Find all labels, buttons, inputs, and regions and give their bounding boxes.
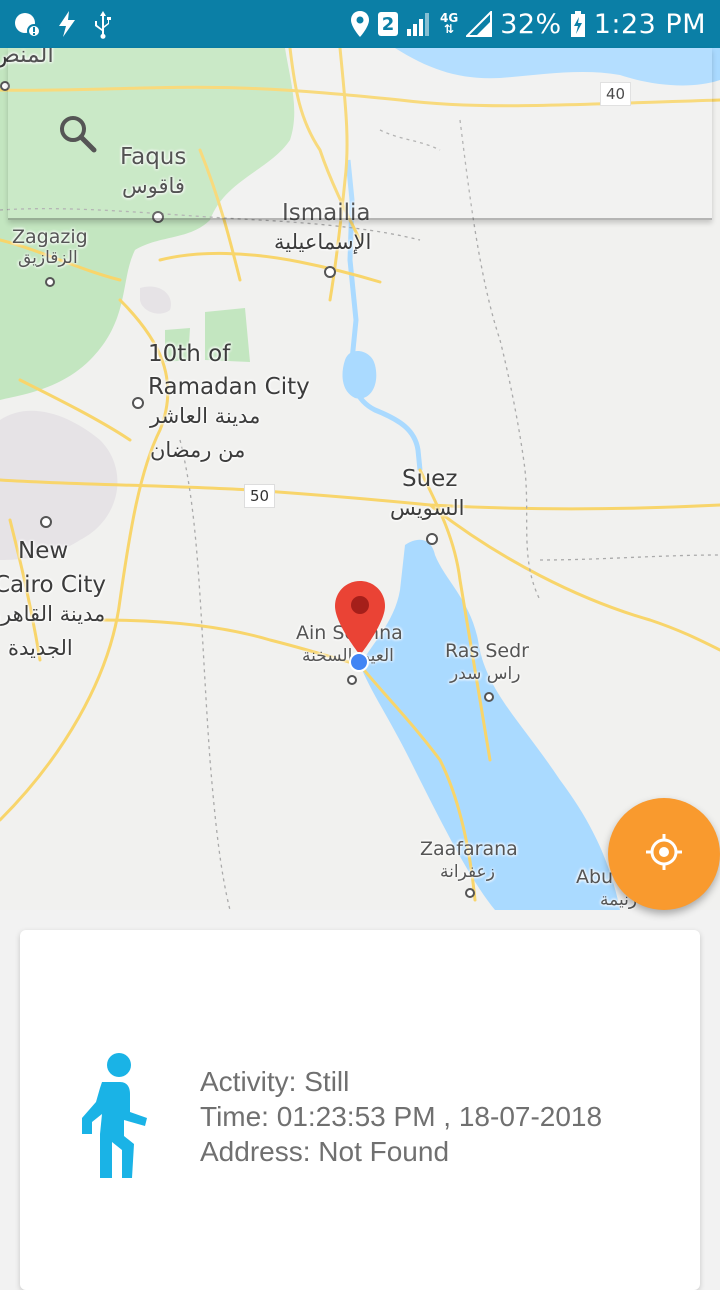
map-label-ramadan-2: Ramadan City (148, 374, 310, 400)
status-bar: 2 4G ⇅ 32% 1:23 PM (0, 0, 720, 48)
map-label-zaafarana-ar: زعفرانة (440, 862, 495, 882)
activity-info: Activity: Still Time: 01:23:53 PM , 18-0… (200, 1064, 602, 1169)
map-label-suez-ar: السويس (390, 496, 465, 520)
search-area[interactable] (8, 48, 712, 220)
my-location-button[interactable] (608, 798, 720, 910)
map-label-newcairo-1: New (18, 538, 69, 564)
map-label-ramadan-ar-2: من رمضان (150, 438, 246, 462)
location-warning-icon (12, 9, 42, 39)
map-label-ramadan-1: 10th of (148, 341, 231, 367)
urban-area-2 (140, 286, 171, 314)
usb-icon (92, 9, 114, 39)
battery-charging-icon (570, 9, 586, 39)
city-dot-newcairo (40, 516, 52, 528)
search-icon[interactable] (58, 114, 98, 159)
map-label-rassedr-ar: راس سدر (450, 664, 521, 684)
map-label-ismailia-ar: الإسماعيلية (274, 230, 372, 254)
city-dot-zaafarana (465, 888, 475, 898)
map-label-ramadan-ar-1: مدينة العاشر (150, 404, 261, 428)
map-label-abu: Abu (576, 866, 614, 888)
walking-person-icon (72, 1052, 152, 1187)
my-location-icon (644, 832, 684, 877)
map-label-suez: Suez (402, 466, 458, 492)
sim-2-icon: 2 (377, 12, 398, 36)
map-label-newcairo-ar-2: الجديدة (8, 636, 73, 660)
signal-icon (406, 9, 432, 39)
address-text: Address: Not Found (200, 1136, 450, 1167)
flash-icon (56, 9, 78, 39)
map-label-zagazig-ar: الزقازيق (18, 248, 78, 268)
road-shield-50: 50 (244, 484, 276, 508)
road (158, 251, 382, 284)
boundary (179, 439, 231, 910)
city-dot-zagazig (45, 277, 55, 287)
location-marker-icon[interactable] (333, 579, 387, 662)
boundary (539, 554, 720, 561)
current-location-dot (349, 652, 369, 672)
clock: 1:23 PM (593, 8, 706, 40)
signal-2-icon (466, 9, 493, 39)
activity-card: Activity: Still Time: 01:23:53 PM , 18-0… (20, 930, 700, 1290)
map-label-rassedr: Ras Sedr (445, 640, 529, 662)
bitter-lake (342, 350, 377, 399)
map-label-newcairo-ar-1: مدينة القاهرة (0, 602, 106, 626)
battery-percent: 32% (500, 8, 562, 40)
city-dot-rassedr (484, 692, 494, 702)
city-dot-ainsokhna (347, 675, 357, 685)
map-label-newcairo-2: Cairo City (0, 572, 106, 598)
time-text: Time: 01:23:53 PM , 18-07-2018 (200, 1101, 603, 1132)
map-label-zaafarana: Zaafarana (420, 838, 518, 860)
activity-text: Activity: Still (200, 1066, 350, 1097)
map-label-zagazig: Zagazig (12, 226, 88, 248)
city-dot-ramadan (132, 397, 144, 409)
4g-data-icon: 4G ⇅ (439, 11, 459, 36)
location-pin-icon (350, 9, 370, 39)
city-dot-suez (426, 533, 438, 545)
city-dot-ismailia (324, 266, 336, 278)
